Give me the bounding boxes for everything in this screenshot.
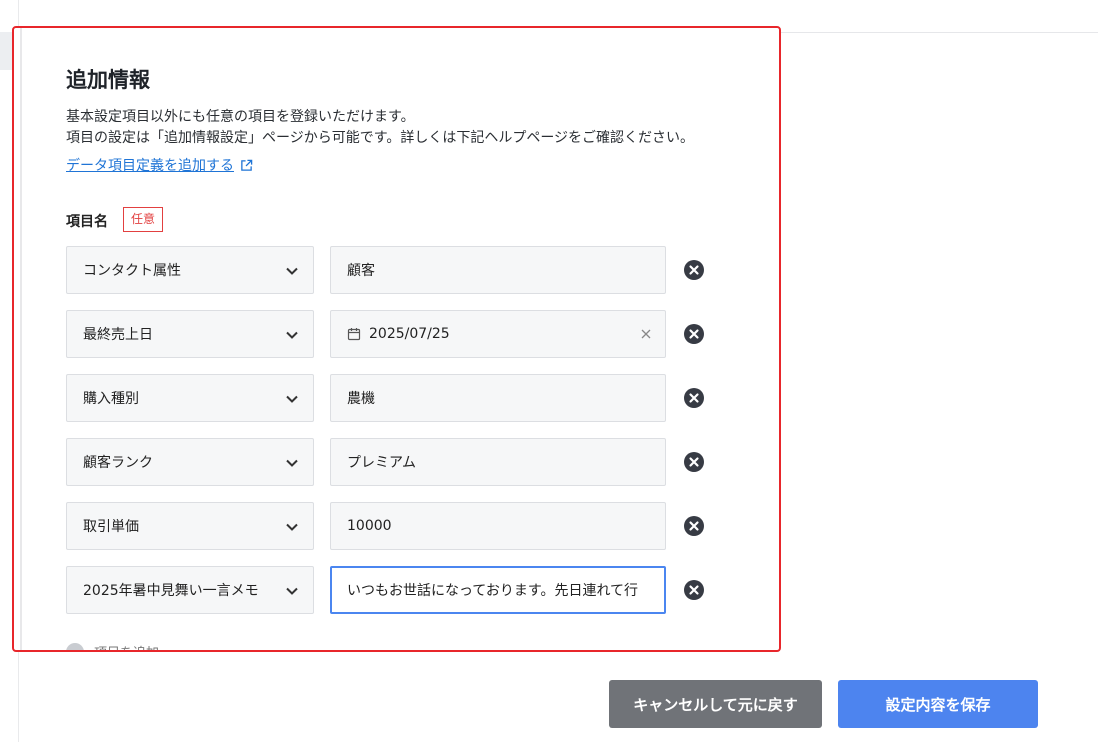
field-row: コンタクト属性 顧客 (66, 246, 716, 294)
item-select-value: 顧客ランク (83, 455, 153, 471)
field-row: 最終売上日 2025/07/25 (66, 310, 716, 358)
remove-row-icon[interactable] (684, 388, 704, 408)
remove-row-icon[interactable] (684, 324, 704, 344)
remove-row-icon[interactable] (684, 260, 704, 280)
save-button[interactable]: 設定内容を保存 (838, 680, 1038, 728)
item-value-text: 10000 (347, 518, 392, 534)
panel-edge (20, 28, 22, 650)
remove-row-icon[interactable] (684, 580, 704, 600)
item-select-value: 購入種別 (83, 391, 139, 407)
memo-input[interactable]: いつもお世話になっております。先日連れて行 (330, 566, 666, 614)
item-select[interactable]: 取引単価 (66, 502, 314, 550)
field-label: 項目名 (66, 214, 108, 230)
item-value-input[interactable]: 農機 (330, 374, 666, 422)
add-item-label: 項目を追加 (94, 642, 159, 650)
item-value-input[interactable]: 10000 (330, 502, 666, 550)
item-value-text: 農機 (347, 391, 375, 407)
chevron-down-icon (286, 523, 298, 531)
section-title: 追加情報 (66, 68, 150, 92)
optional-badge: 任意 (123, 207, 164, 232)
section-description: 基本設定項目以外にも任意の項目を登録いただけます。 項目の設定は「追加情報設定」… (66, 107, 694, 149)
item-select-value: 2025年暑中見舞い一言メモ (83, 583, 259, 599)
item-value-input[interactable]: 顧客 (330, 246, 666, 294)
item-select-value: コンタクト属性 (83, 263, 181, 279)
add-circle-icon (66, 642, 84, 650)
add-item-button[interactable]: 項目を追加 (66, 642, 159, 650)
item-value-text: プレミアム (347, 455, 417, 471)
chevron-down-icon (286, 331, 298, 339)
field-row: 顧客ランク プレミアム (66, 438, 716, 486)
chevron-down-icon (286, 267, 298, 275)
item-select[interactable]: コンタクト属性 (66, 246, 314, 294)
item-value-text: 顧客 (347, 263, 375, 279)
field-row: 取引単価 10000 (66, 502, 716, 550)
calendar-icon (347, 328, 361, 341)
date-picker-input[interactable]: 2025/07/25 (330, 310, 666, 358)
item-select-value: 取引単価 (83, 519, 139, 535)
additional-info-panel: 追加情報 基本設定項目以外にも任意の項目を登録いただけます。 項目の設定は「追加… (12, 26, 781, 652)
item-select[interactable]: 最終売上日 (66, 310, 314, 358)
item-select-value: 最終売上日 (83, 327, 153, 343)
description-line-1: 基本設定項目以外にも任意の項目を登録いただけます。 (66, 109, 415, 125)
settings-page: 追加情報 基本設定項目以外にも任意の項目を登録いただけます。 項目の設定は「追加… (0, 0, 1098, 742)
item-select[interactable]: 2025年暑中見舞い一言メモ (66, 566, 314, 614)
item-select[interactable]: 顧客ランク (66, 438, 314, 486)
help-link-label: データ項目定義を追加する (66, 158, 234, 174)
external-link-icon (241, 159, 253, 171)
add-data-definition-link[interactable]: データ項目定義を追加する (66, 155, 253, 175)
remove-row-icon[interactable] (684, 452, 704, 472)
chevron-down-icon (286, 459, 298, 467)
field-row: 購入種別 農機 (66, 374, 716, 422)
item-select[interactable]: 購入種別 (66, 374, 314, 422)
clear-date-icon[interactable] (639, 327, 653, 341)
date-value: 2025/07/25 (369, 326, 450, 342)
chevron-down-icon (286, 587, 298, 595)
cancel-button[interactable]: キャンセルして元に戻す (609, 680, 822, 728)
memo-value: いつもお世話になっております。先日連れて行 (347, 583, 639, 599)
panel-content: 追加情報 基本設定項目以外にも任意の項目を登録いただけます。 項目の設定は「追加… (20, 28, 776, 650)
item-value-input[interactable]: プレミアム (330, 438, 666, 486)
chevron-down-icon (286, 395, 298, 403)
remove-row-icon[interactable] (684, 516, 704, 536)
description-line-2: 項目の設定は「追加情報設定」ページから可能です。詳しくは下記ヘルプページをご確認… (66, 130, 695, 146)
field-row: 2025年暑中見舞い一言メモ いつもお世話になっております。先日連れて行 (66, 566, 716, 614)
